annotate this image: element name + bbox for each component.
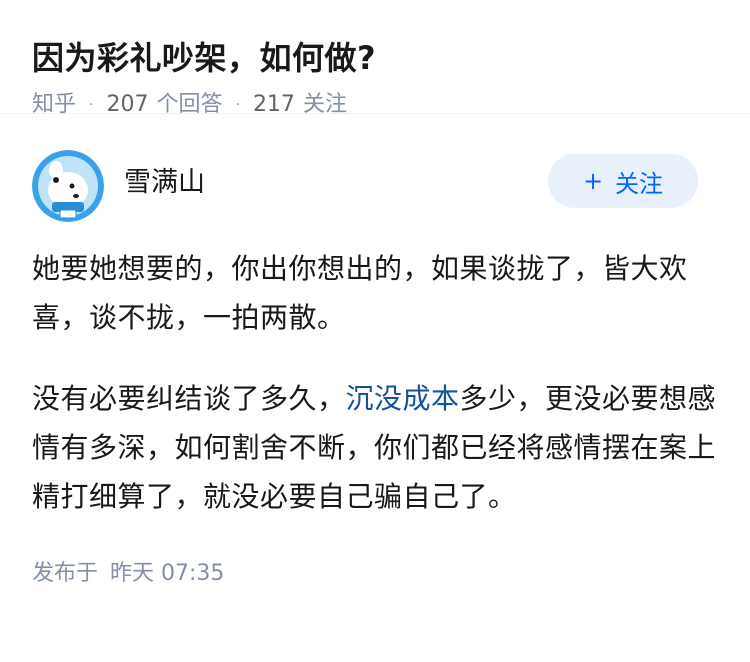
site-name[interactable]: 知乎 (32, 90, 76, 120)
author-name[interactable]: 雪满山 (124, 160, 205, 199)
question-title[interactable]: 因为彩礼吵架，如何做? (32, 36, 718, 80)
answer-paragraph: 她要她想要的，你出你想出的，如果谈拢了，皆大欢喜，谈不拢，一拍两散。 (32, 252, 688, 334)
published-time: 昨天 07:35 (110, 561, 225, 586)
publish-info: 发布于 昨天 07:35 (32, 559, 718, 589)
published-label: 发布于 (32, 561, 99, 586)
meta-separator: · (89, 97, 94, 113)
author-row: 雪满山 + 关注 (32, 140, 718, 232)
sunk-cost-link[interactable]: 沉没成本 (346, 382, 460, 415)
answer-paragraph: 没有必要纠结谈了多久，沉没成本多少，更没必要想感情有多深，如何割舍不断，你们都已… (32, 374, 718, 521)
answer-count: 207 (106, 92, 149, 117)
question-header: 因为彩礼吵架，如何做? 知乎 · 207 个回答 · 217 关注 (0, 0, 750, 117)
meta-separator: · (235, 97, 240, 113)
paragraph-text: 没有必要纠结谈了多久， (32, 382, 346, 415)
answer-count-label[interactable]: 个回答 (156, 90, 222, 120)
avatar[interactable] (32, 150, 104, 222)
follow-button[interactable]: + 关注 (548, 154, 698, 208)
follower-count: 217 (252, 92, 295, 117)
avatar-image (32, 150, 104, 222)
follow-button-label: 关注 (615, 169, 664, 198)
question-meta: 知乎 · 207 个回答 · 217 关注 (32, 90, 718, 120)
follower-count-label: 关注 (302, 92, 347, 117)
plus-icon: + (582, 167, 604, 195)
answer-card: 雪满山 + 关注 她要她想要的，你出你想出的，如果谈拢了，皆大欢喜，谈不拢，一拍… (0, 140, 750, 589)
